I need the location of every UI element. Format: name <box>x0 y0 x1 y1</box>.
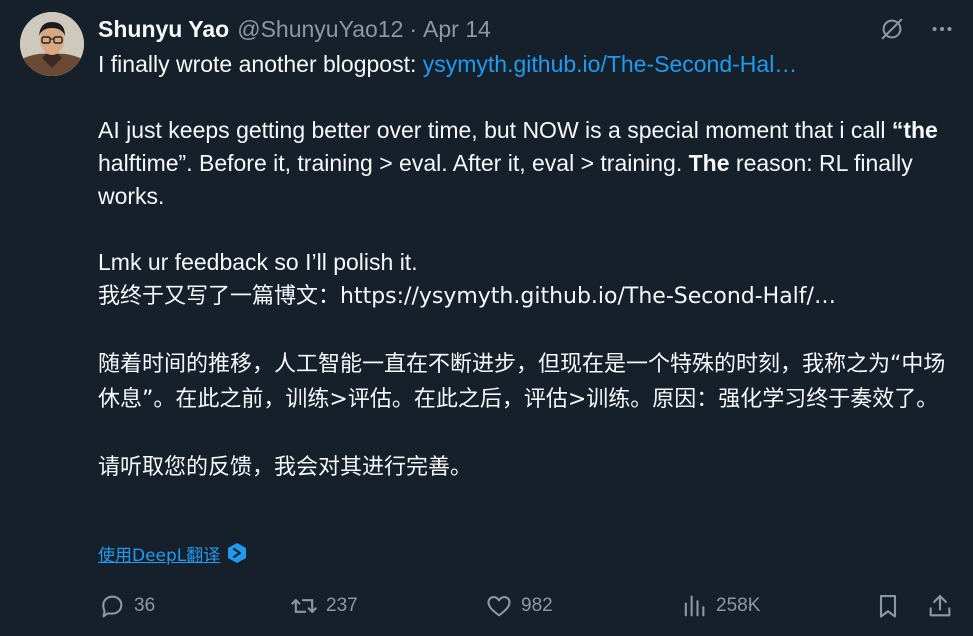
grok-slash-icon[interactable] <box>877 14 907 44</box>
bookmark-button[interactable] <box>874 592 902 620</box>
reply-icon <box>102 595 123 618</box>
tweet-paragraph-2: AI just keeps getting better over time, … <box>98 114 948 213</box>
views-button[interactable]: 258K <box>680 592 760 620</box>
tweet-body: I finally wrote another blogpost: ysymyt… <box>98 48 948 485</box>
avatar-image <box>20 12 84 76</box>
tweet-bold-segment: “the <box>891 117 938 143</box>
retweet-icon <box>291 599 317 613</box>
like-count: 982 <box>521 595 553 616</box>
blogpost-link[interactable]: ysymyth.github.io/The-Second-Hal… <box>423 51 798 77</box>
avatar[interactable] <box>20 12 84 76</box>
deepl-icon <box>228 543 247 563</box>
tweet-text-segment: AI just keeps getting better over time, … <box>98 117 892 143</box>
tweet-paragraph-3: Lmk ur feedback so I’ll polish it. <box>98 249 418 275</box>
translation-paragraph-3: 请听取您的反馈，我会对其进行完善。 <box>98 455 473 480</box>
share-icon <box>929 595 951 617</box>
tweet-header: Shunyu Yao @ShunyuYao12 · Apr 14 <box>98 13 491 45</box>
translation-paragraph-2: 随着时间的推移，人工智能一直在不断进步，但现在是一个特殊的时刻，我称之为“中场休… <box>98 352 946 412</box>
tweet-top-actions <box>877 14 957 44</box>
translate-link[interactable]: 使用DeepL翻译 <box>98 540 248 566</box>
share-button[interactable] <box>926 592 954 620</box>
tweet-line-1: I finally wrote another blogpost: ysymyt… <box>98 48 948 81</box>
bookmark-icon <box>879 595 897 618</box>
reply-button[interactable]: 36 <box>98 592 155 620</box>
tweet-actions: 36 237 982 258K <box>98 588 958 624</box>
reply-count: 36 <box>134 595 156 616</box>
like-icon <box>487 595 511 617</box>
tweet-bold-segment: The <box>688 150 730 176</box>
tweet-card: Shunyu Yao @ShunyuYao12 · Apr 14 I final… <box>0 0 973 636</box>
author-name[interactable]: Shunyu Yao <box>98 16 229 43</box>
header-separator: · <box>409 15 418 42</box>
tweet-line-1-text: I finally wrote another blogpost: <box>98 51 423 77</box>
tweet-date[interactable]: Apr 14 <box>423 16 491 43</box>
like-button[interactable]: 982 <box>485 592 553 620</box>
translate-link-label: 使用DeepL翻译 <box>98 545 221 566</box>
translation-line-1: 我终于又写了一篇博文：https://ysymyth.github.io/The… <box>98 284 836 309</box>
more-icon[interactable] <box>927 14 957 44</box>
tweet-text-segment: halftime”. Before it, training > eval. A… <box>98 150 689 176</box>
views-icon <box>684 595 705 617</box>
view-count: 258K <box>716 595 761 616</box>
retweet-count: 237 <box>326 595 358 616</box>
retweet-button[interactable]: 237 <box>290 592 358 620</box>
author-handle[interactable]: @ShunyuYao12 <box>237 16 403 43</box>
